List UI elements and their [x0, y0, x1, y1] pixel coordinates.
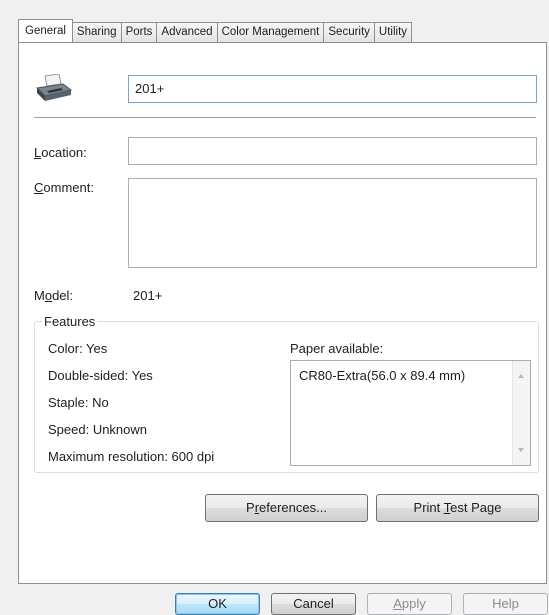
paper-list-scrollbar[interactable] [512, 361, 530, 465]
location-input[interactable] [128, 137, 537, 165]
paper-list[interactable]: CR80-Extra(56.0 x 89.4 mm) [290, 360, 531, 466]
feature-max-resolution: Maximum resolution: 600 dpi [48, 449, 215, 464]
tab-general[interactable]: General [18, 19, 73, 42]
location-label: Location: [34, 145, 87, 160]
feature-staple: Staple: No [48, 395, 109, 410]
comment-label: Comment: [34, 180, 94, 195]
preferences-button[interactable]: Preferences... [205, 494, 368, 522]
feature-color: Color: Yes [48, 341, 108, 356]
printer-name-input[interactable]: 201+ [128, 75, 537, 103]
tab-ports[interactable]: Ports [120, 22, 158, 42]
comment-input[interactable] [128, 178, 537, 268]
tab-sharing[interactable]: Sharing [71, 22, 122, 42]
paper-available-label: Paper available: [290, 341, 384, 356]
print-test-page-button[interactable]: Print Test Page [376, 494, 539, 522]
tab-advanced[interactable]: Advanced [156, 22, 218, 42]
model-label: Model: [34, 288, 74, 303]
feature-speed: Speed: Unknown [48, 422, 148, 437]
printer-icon [35, 74, 73, 101]
scroll-up-icon[interactable] [518, 374, 524, 378]
scroll-down-icon[interactable] [518, 448, 524, 452]
tab-security[interactable]: Security [323, 22, 375, 42]
tab-color-management[interactable]: Color Management [216, 22, 325, 42]
tab-utility[interactable]: Utility [373, 22, 413, 42]
list-item[interactable]: CR80-Extra(56.0 x 89.4 mm) [299, 368, 465, 383]
separator [34, 117, 536, 118]
feature-double-sided: Double-sided: Yes [48, 368, 153, 383]
model-value: 201+ [133, 288, 163, 303]
features-title: Features [42, 314, 98, 329]
tab-bar: General Sharing Ports Advanced Color Man… [18, 19, 413, 42]
